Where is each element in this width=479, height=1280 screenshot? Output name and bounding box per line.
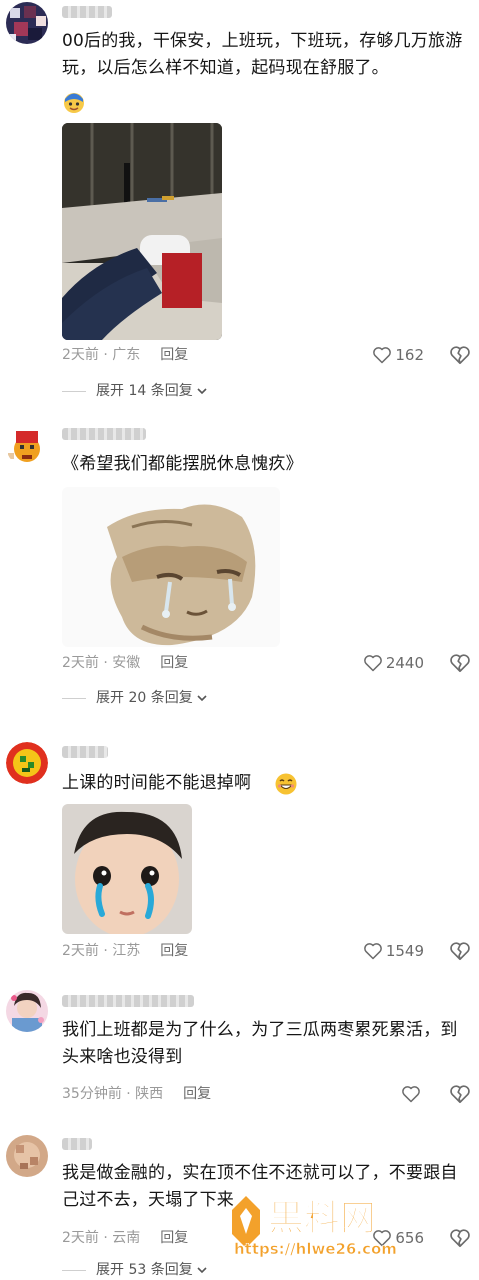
time-location: 2天前 · 广东 <box>62 347 141 363</box>
divider-line <box>62 390 86 392</box>
comment-image[interactable] <box>62 804 192 934</box>
broken-heart-icon <box>450 654 470 673</box>
username-blurred[interactable] <box>62 995 194 1007</box>
grin-emoji-icon <box>274 772 297 795</box>
expand-replies[interactable]: 展开 53 条回复 <box>62 1260 208 1280</box>
avatar[interactable] <box>6 742 48 784</box>
comment-meta: 35分钟前 · 陕西 回复 <box>62 1084 211 1104</box>
avatar[interactable] <box>6 425 48 467</box>
avatar[interactable] <box>6 2 48 44</box>
dislike-button[interactable] <box>449 940 471 962</box>
username-blurred[interactable] <box>62 6 112 18</box>
time-location: 2天前 · 江苏 <box>62 943 141 959</box>
dislike-button[interactable] <box>449 1083 471 1105</box>
watermark-url: https://hlwe26.com <box>234 1240 397 1258</box>
dislike-button[interactable] <box>449 344 471 366</box>
site-watermark: 黑料网 https://hlwe26.com <box>224 1188 474 1258</box>
comment-image[interactable] <box>62 487 280 647</box>
reply-button[interactable]: 回复 <box>160 347 188 363</box>
heart-icon <box>402 1086 420 1103</box>
comment-meta: 2天前 · 江苏 回复 <box>62 941 188 961</box>
like-button[interactable] <box>401 1083 424 1105</box>
heart-icon <box>363 655 382 672</box>
chevron-down-icon <box>197 1267 207 1274</box>
heart-icon <box>363 943 382 960</box>
comment-meta: 2天前 · 云南 回复 <box>62 1228 188 1248</box>
time-location: 35分钟前 · 陕西 <box>62 1086 164 1102</box>
expand-replies[interactable]: 展开 20 条回复 <box>62 688 208 708</box>
broken-heart-icon <box>450 1085 470 1104</box>
comment-text: 00后的我，干保安，上班玩，下班玩，存够几万旅游玩，以后怎么样不知道，起码现在舒… <box>62 31 463 78</box>
reply-button[interactable]: 回复 <box>160 655 188 671</box>
username-blurred[interactable] <box>62 428 146 440</box>
username-blurred[interactable] <box>62 1138 92 1150</box>
chevron-down-icon <box>197 695 207 702</box>
expand-replies[interactable]: 展开 14 条回复 <box>62 381 208 401</box>
time-location: 2天前 · 安徽 <box>62 655 141 671</box>
dislike-button[interactable] <box>449 652 471 674</box>
avatar[interactable] <box>6 990 48 1032</box>
like-button[interactable]: 2440 <box>363 652 424 674</box>
comment-text: 上课的时间能不能退掉啊 <box>62 773 252 793</box>
comment-meta: 2天前 · 安徽 回复 <box>62 653 188 673</box>
watermark-brand: 黑料网 <box>268 1198 376 1239</box>
heart-icon <box>373 347 392 364</box>
divider-line <box>62 697 86 699</box>
expand-label: 展开 53 条回复 <box>96 1262 193 1278</box>
like-count: 162 <box>395 346 424 364</box>
reply-button[interactable]: 回复 <box>183 1086 211 1102</box>
broken-heart-icon <box>450 942 470 961</box>
like-count: 1549 <box>385 942 424 960</box>
comment-meta: 2天前 · 广东 回复 <box>62 345 188 365</box>
broken-heart-icon <box>450 346 470 365</box>
expand-label: 展开 20 条回复 <box>96 690 193 706</box>
avatar[interactable] <box>6 1135 48 1177</box>
like-button[interactable]: 1549 <box>363 940 424 962</box>
like-button[interactable]: 162 <box>372 344 424 366</box>
divider-line <box>62 1269 86 1271</box>
emoji-icon <box>62 90 84 113</box>
comment-text: 我们上班都是为了什么，为了三瓜两枣累死累活，到头来啥也没得到 <box>62 1020 458 1067</box>
time-location: 2天前 · 云南 <box>62 1230 141 1246</box>
chevron-down-icon <box>197 388 207 395</box>
reply-button[interactable]: 回复 <box>160 1230 188 1246</box>
reply-button[interactable]: 回复 <box>160 943 188 959</box>
like-count: 2440 <box>385 654 424 672</box>
expand-label: 展开 14 条回复 <box>96 383 193 399</box>
comment-text: 《希望我们都能摆脱休息愧疚》 <box>62 454 303 474</box>
username-blurred[interactable] <box>62 746 108 758</box>
comment-image[interactable] <box>62 123 222 340</box>
